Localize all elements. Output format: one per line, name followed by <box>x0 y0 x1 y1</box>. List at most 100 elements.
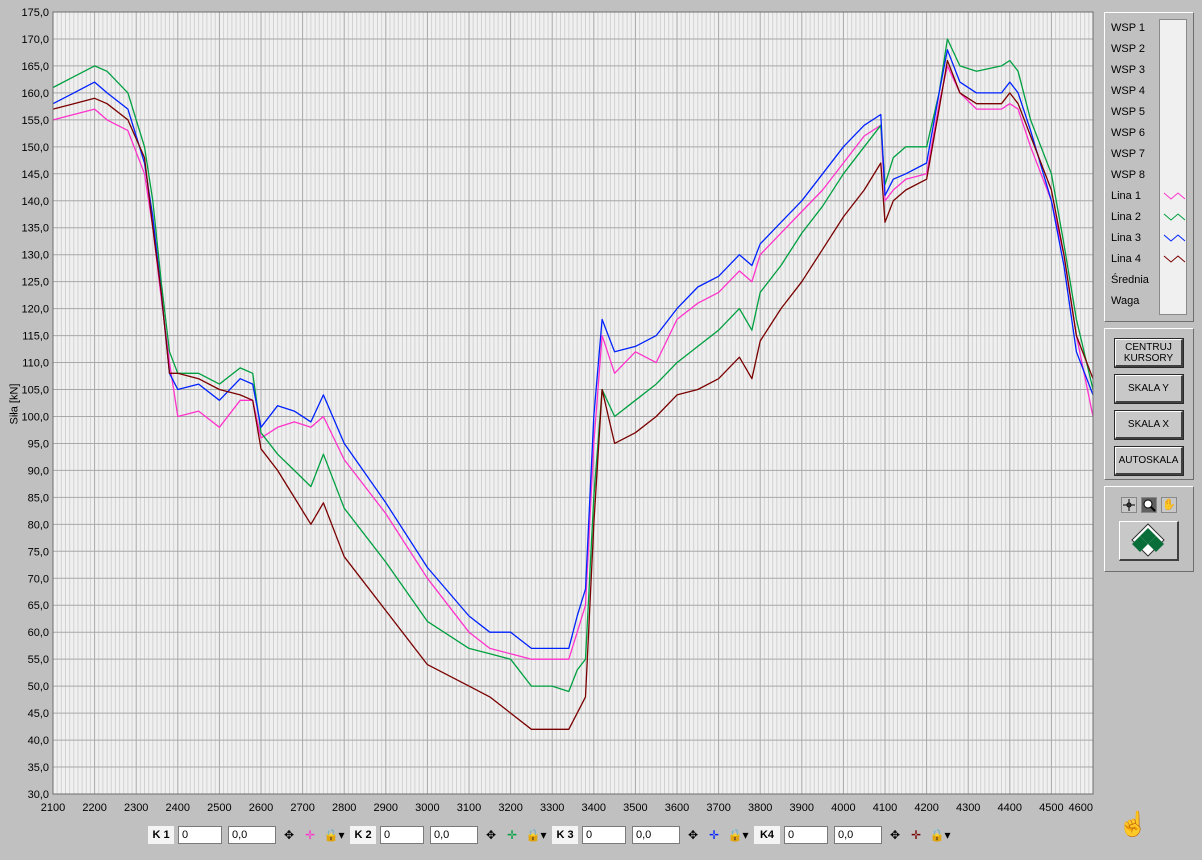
legend-item-label: WSP 7 <box>1111 148 1146 160</box>
x-tick-label: 4100 <box>873 802 897 814</box>
y-tick-label: 30,0 <box>28 789 49 801</box>
legend-item-label: Średnia <box>1111 274 1149 286</box>
cursor-k3-value-field[interactable]: 0,0 <box>632 826 680 844</box>
legend-item-label: WSP 2 <box>1111 43 1146 55</box>
y-tick-label: 125,0 <box>21 277 49 289</box>
x-tick-label: 2500 <box>207 802 231 814</box>
y-tick-label: 135,0 <box>21 223 49 235</box>
x-tick-label: 2400 <box>166 802 190 814</box>
y-tick-label: 165,0 <box>21 61 49 73</box>
legend-item-label: WSP 4 <box>1111 85 1146 97</box>
legend-line-swatch <box>1163 213 1186 221</box>
y-tick-label: 65,0 <box>28 600 49 612</box>
cursor-style-icon[interactable]: ✛ <box>301 826 319 844</box>
x-tick-label: 3800 <box>748 802 772 814</box>
navigator-pad[interactable] <box>1119 521 1179 561</box>
y-tick-label: 55,0 <box>28 654 49 666</box>
y-tick-label: 105,0 <box>21 385 49 397</box>
y-tick-label: 145,0 <box>21 169 49 181</box>
cursor-style-icon[interactable]: ✛ <box>705 826 723 844</box>
cursor-k4-index-field[interactable]: 0 <box>784 826 828 844</box>
cursor-k3-index-field[interactable]: 0 <box>582 826 626 844</box>
legend-item[interactable]: Waga <box>1111 292 1193 310</box>
y-tick-label: 160,0 <box>21 88 49 100</box>
cursor-k1-value-field[interactable]: 0,0 <box>228 826 276 844</box>
legend-item[interactable]: WSP 3 <box>1111 61 1193 79</box>
legend-item-label: Lina 3 <box>1111 232 1141 244</box>
legend-line-swatch <box>1163 192 1186 200</box>
lock-dropdown-icon[interactable]: 🔒▾ <box>322 826 346 844</box>
cursor-controls: K 1 0 0,0 ✥ ✛ 🔒▾ K 2 0 0,0 ✥ ✛ 🔒▾ K 3 0 … <box>0 825 1000 845</box>
zoom-tool-icon[interactable] <box>1141 497 1157 513</box>
y-tick-label: 115,0 <box>22 331 49 343</box>
move-cursor-icon[interactable]: ✥ <box>280 826 298 844</box>
legend-item[interactable]: WSP 6 <box>1111 124 1193 142</box>
cursor-k4-value-field[interactable]: 0,0 <box>834 826 882 844</box>
cursor-k1-label: K 1 <box>148 826 174 844</box>
y-tick-label: 155,0 <box>21 115 49 127</box>
legend-item[interactable]: WSP 5 <box>1111 103 1193 121</box>
move-cursor-icon[interactable]: ✥ <box>684 826 702 844</box>
line-chart: 30,0 35,0 40,0 45,0 50,0 55,0 60,0 65,0 70,0 75,0… <box>21 7 1094 814</box>
cursor-style-icon[interactable]: ✛ <box>907 826 925 844</box>
y-tick-label: 80,0 <box>28 519 49 531</box>
scale-x-button[interactable]: SKALA X <box>1114 410 1184 440</box>
y-tick-label: 150,0 <box>21 142 49 154</box>
y-tick-label: 60,0 <box>28 627 49 639</box>
cursor-k2-index-field[interactable]: 0 <box>380 826 424 844</box>
lock-dropdown-icon[interactable]: 🔒▾ <box>726 826 750 844</box>
lock-dropdown-icon[interactable]: 🔒▾ <box>524 826 548 844</box>
legend-item[interactable]: WSP 2 <box>1111 40 1193 58</box>
x-tick-label: 4300 <box>956 802 980 814</box>
x-tick-label: 2800 <box>332 802 356 814</box>
y-tick-label: 40,0 <box>28 735 49 747</box>
center-cursors-button[interactable]: CENTRUJ KURSORY <box>1114 338 1184 368</box>
x-tick-label: 3600 <box>665 802 689 814</box>
plot-legend: WSP 1 WSP 2 WSP 3 WSP 4 WSP 5 WSP 6 WSP 7 WSP 8… <box>1104 12 1194 322</box>
legend-item[interactable]: Lina 2 <box>1111 208 1193 226</box>
x-tick-label: 3900 <box>790 802 814 814</box>
legend-item[interactable]: WSP 4 <box>1111 82 1193 100</box>
legend-item[interactable]: WSP 8 <box>1111 166 1193 184</box>
hand-pointer-icon: ☝ <box>1118 811 1148 838</box>
cursor-k2-value-field[interactable]: 0,0 <box>430 826 478 844</box>
move-cursor-icon[interactable]: ✥ <box>886 826 904 844</box>
legend-item[interactable]: WSP 7 <box>1111 145 1193 163</box>
legend-item[interactable]: Lina 4 <box>1111 250 1193 268</box>
x-tick-label: 3000 <box>415 802 439 814</box>
autoscale-button[interactable]: AUTOSKALA <box>1114 446 1184 476</box>
legend-item[interactable]: Średnia <box>1111 271 1193 289</box>
x-tick-label: 3100 <box>457 802 481 814</box>
x-tick-label: 2700 <box>290 802 314 814</box>
scale-y-button[interactable]: SKALA Y <box>1114 374 1184 404</box>
x-tick-label: 2200 <box>82 802 106 814</box>
y-tick-label: 175,0 <box>21 7 49 19</box>
move-cursor-icon[interactable]: ✥ <box>482 826 500 844</box>
cursor-k1-index-field[interactable]: 0 <box>178 826 222 844</box>
legend-item-label: Lina 2 <box>1111 211 1141 223</box>
x-tick-label: 4400 <box>998 802 1022 814</box>
lock-dropdown-icon[interactable]: 🔒▾ <box>928 826 952 844</box>
cursor-tool-icon[interactable] <box>1121 497 1137 513</box>
legend-item-label: Lina 4 <box>1111 253 1141 265</box>
cursor-k3-label: K 3 <box>552 826 578 844</box>
legend-item-label: Lina 1 <box>1111 190 1141 202</box>
legend-item[interactable]: WSP 1 <box>1111 19 1193 37</box>
y-tick-label: 120,0 <box>21 304 49 316</box>
y-tick-label: 85,0 <box>28 492 49 504</box>
x-tick-label: 2100 <box>41 802 65 814</box>
x-tick-label: 4000 <box>831 802 855 814</box>
cursor-style-icon[interactable]: ✛ <box>503 826 521 844</box>
legend-item-label: WSP 5 <box>1111 106 1146 118</box>
legend-item[interactable]: Lina 1 <box>1111 187 1193 205</box>
y-tick-label: 130,0 <box>21 250 49 262</box>
scale-controls: CENTRUJ KURSORY SKALA Y SKALA X AUTOSKAL… <box>1104 328 1194 480</box>
y-tick-label: 75,0 <box>28 546 49 558</box>
legend-item-label: WSP 8 <box>1111 169 1146 181</box>
x-tick-label: 2600 <box>249 802 273 814</box>
legend-line-swatch <box>1163 255 1186 263</box>
y-tick-label: 95,0 <box>28 438 49 450</box>
pan-hand-icon[interactable]: ✋ <box>1161 497 1177 513</box>
y-tick-label: 140,0 <box>21 196 49 208</box>
legend-item[interactable]: Lina 3 <box>1111 229 1193 247</box>
